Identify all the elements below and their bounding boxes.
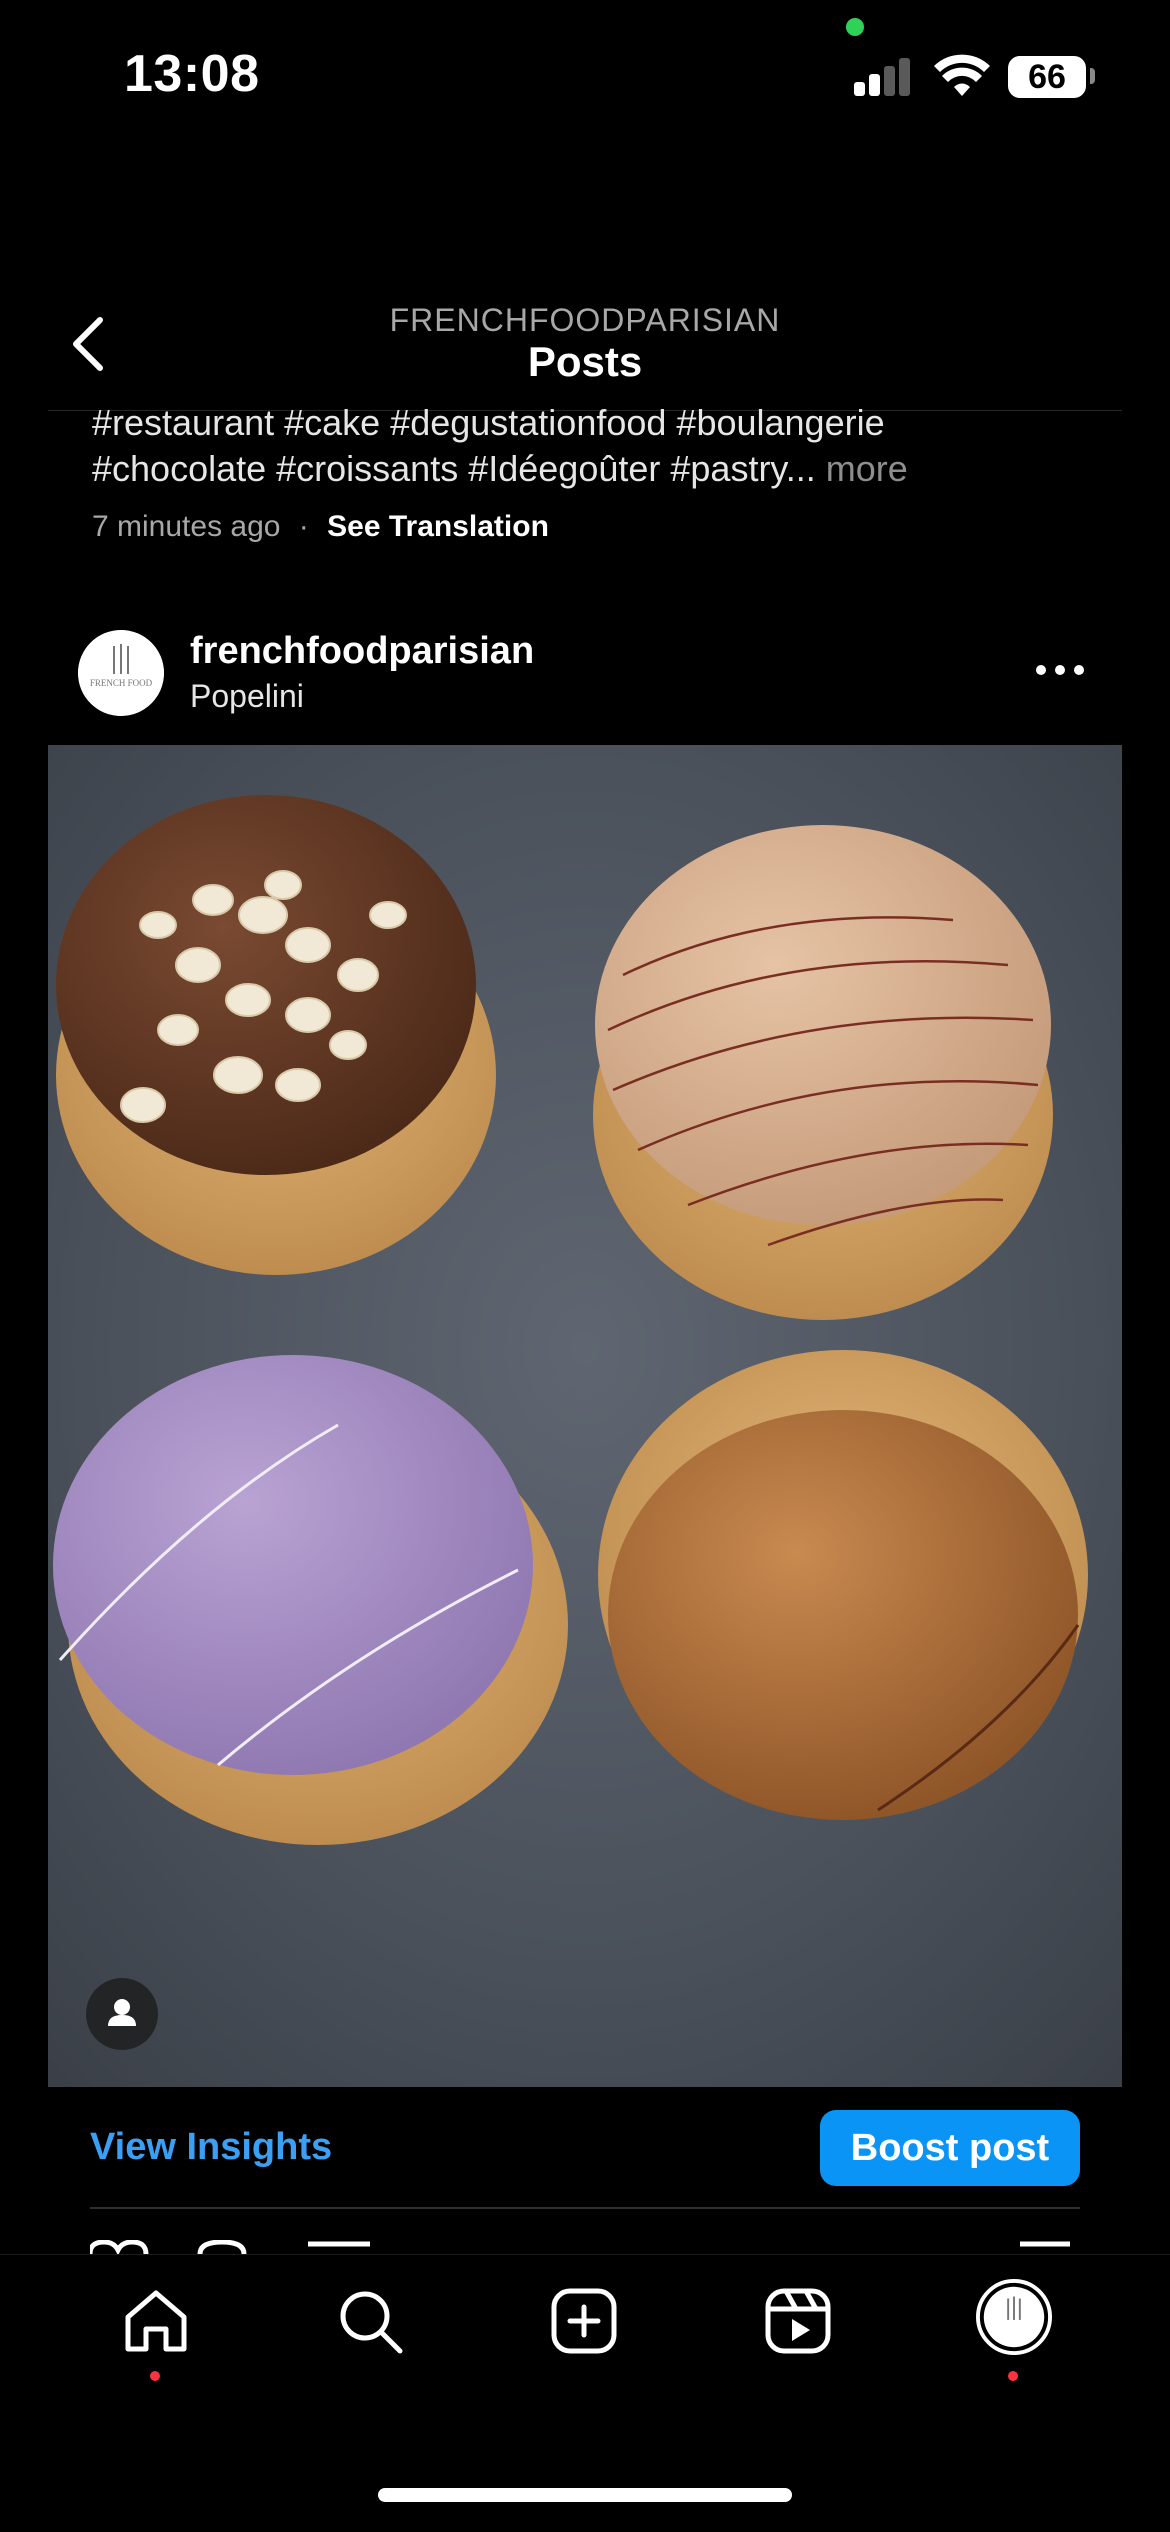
- see-translation-link[interactable]: See Translation: [327, 510, 549, 543]
- tab-home[interactable]: [118, 2283, 194, 2359]
- page-title: Posts: [527, 338, 643, 385]
- tab-search[interactable]: [332, 2283, 408, 2359]
- reels-icon: [765, 2288, 831, 2354]
- status-bar: 13:08 66: [0, 0, 1170, 160]
- insights-divider: [90, 2207, 1080, 2209]
- caption-line-2: #chocolate #croissants #Idéegoûter #past…: [92, 446, 1092, 492]
- tab-profile[interactable]: [976, 2279, 1054, 2357]
- tab-create[interactable]: [546, 2283, 622, 2359]
- more-horizontal-icon[interactable]: [1036, 660, 1084, 680]
- header: FRENCHFOODPARISIAN Posts: [0, 290, 1170, 410]
- tab-reels[interactable]: [760, 2283, 836, 2359]
- view-insights-link[interactable]: View Insights: [90, 2126, 332, 2169]
- post-image[interactable]: [48, 745, 1122, 2087]
- meta-separator: ·: [298, 510, 309, 543]
- post-username[interactable]: frenchfoodparisian: [190, 630, 534, 673]
- pastry-photo: [48, 745, 1122, 2087]
- timestamp: 7 minutes ago: [92, 510, 281, 543]
- home-indicator[interactable]: [378, 2488, 792, 2502]
- status-time: 13:08: [124, 45, 260, 103]
- post-location[interactable]: Popelini: [190, 678, 304, 715]
- action-bar-peek: [90, 2240, 1070, 2254]
- account-name: FRENCHFOODPARISIAN: [389, 302, 781, 338]
- post-meta: 7 minutes ago · See Translation: [92, 510, 549, 544]
- avatar-logo-icon: FRENCH FOOD: [78, 630, 164, 716]
- battery-tip: [1090, 68, 1095, 84]
- boost-post-button[interactable]: Boost post: [820, 2110, 1080, 2186]
- search-icon: [340, 2291, 403, 2354]
- signal-icon: [854, 58, 914, 96]
- caption-line-1: #restaurant #cake #degustationfood #boul…: [92, 402, 885, 443]
- avatar-text: FRENCH FOOD: [90, 678, 153, 688]
- camera-indicator-dot: [846, 18, 864, 36]
- profile-notification-dot: [1008, 2371, 1018, 2381]
- post-caption[interactable]: #restaurant #cake #degustationfood #boul…: [92, 400, 1092, 492]
- tab-bar: [0, 2254, 1170, 2455]
- plus-square-icon: [551, 2288, 617, 2354]
- avatar[interactable]: FRENCH FOOD: [78, 630, 164, 716]
- profile-avatar: [976, 2279, 1052, 2355]
- battery-icon: 66: [1008, 56, 1086, 98]
- home-icon: [125, 2290, 187, 2352]
- post-header: FRENCH FOOD frenchfoodparisian Popelini: [0, 620, 1170, 740]
- more-link[interactable]: more: [816, 448, 908, 489]
- person-tag-icon[interactable]: [86, 1978, 158, 2050]
- home-notification-dot: [150, 2371, 160, 2381]
- wifi-icon: [934, 54, 990, 96]
- caption-line-2-text: #chocolate #croissants #Idéegoûter #past…: [92, 448, 816, 489]
